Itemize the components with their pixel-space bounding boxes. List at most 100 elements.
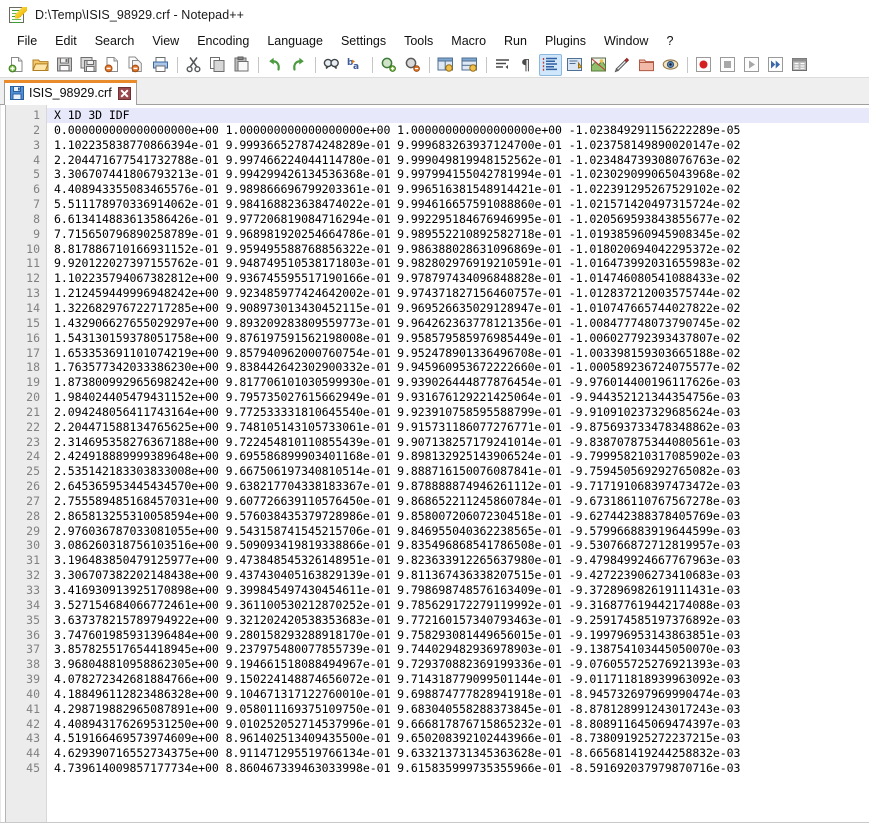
stop-recording-macro-icon[interactable] — [716, 54, 739, 76]
editor-area[interactable]: 1234567891011121314151617181920212223242… — [0, 105, 869, 822]
close-tab-icon[interactable] — [118, 87, 131, 100]
menu-item-settings[interactable]: Settings — [332, 32, 395, 51]
line-number: 31 — [6, 553, 46, 568]
menu-item-window[interactable]: Window — [595, 32, 657, 51]
code-line[interactable]: 3.968048810958862305e+00 9.1946615180884… — [54, 657, 869, 672]
menu-item-help[interactable]: ? — [657, 32, 682, 51]
copy-icon[interactable] — [206, 54, 229, 76]
document-map-icon[interactable] — [587, 54, 610, 76]
line-number: 34 — [6, 598, 46, 613]
tab-isis-98929-crf[interactable]: ISIS_98929.crf — [4, 80, 137, 105]
code-line[interactable]: 5.511178970336914062e-01 9.9841688236384… — [54, 197, 869, 212]
code-line[interactable]: 0.000000000000000000e+00 1.0000000000000… — [54, 123, 869, 138]
menu-item-tools[interactable]: Tools — [395, 32, 442, 51]
line-number: 30 — [6, 538, 46, 553]
run-macro-multiple-times-icon[interactable] — [764, 54, 787, 76]
close-file-icon[interactable] — [101, 54, 124, 76]
code-line[interactable]: 3.306707382202148438e+00 9.4374304051638… — [54, 568, 869, 583]
code-line[interactable]: 1.102235794067382812e+00 9.9367455955171… — [54, 271, 869, 286]
code-line[interactable]: 2.976036787033081055e+00 9.5431587415452… — [54, 524, 869, 539]
menu-item-view[interactable]: View — [143, 32, 188, 51]
zoom-out-icon[interactable] — [401, 54, 424, 76]
record-macro-icon[interactable] — [692, 54, 715, 76]
code-line[interactable]: 3.196483850479125977e+00 9.4738485453261… — [54, 553, 869, 568]
code-line[interactable]: 2.645365953445434570e+00 9.6382177043381… — [54, 479, 869, 494]
menu-item-encoding[interactable]: Encoding — [188, 32, 258, 51]
sync-vertical-scroll-icon[interactable] — [434, 54, 457, 76]
code-line[interactable]: 3.527154684066772461e+00 9.3611005302128… — [54, 598, 869, 613]
code-line[interactable]: 4.408943355083465576e-01 9.9898666967992… — [54, 182, 869, 197]
menu-item-run[interactable]: Run — [495, 32, 536, 51]
undo-icon[interactable] — [263, 54, 286, 76]
play-macro-icon[interactable] — [740, 54, 763, 76]
code-line[interactable]: 1.212459449996948242e+00 9.9234859774246… — [54, 286, 869, 301]
monitoring-icon[interactable] — [659, 54, 682, 76]
code-line[interactable]: 3.857825517654418945e+00 9.2379754800778… — [54, 642, 869, 657]
folder-as-workspace-icon[interactable] — [635, 54, 658, 76]
code-line[interactable]: 1.653353691101074219e+00 9.8579409620007… — [54, 346, 869, 361]
code-line[interactable]: 2.535142183303833008e+00 9.6675061973408… — [54, 464, 869, 479]
menu-item-plugins[interactable]: Plugins — [536, 32, 595, 51]
code-line[interactable]: 4.519166469573974609e+00 8.9614025134094… — [54, 731, 869, 746]
line-number: 16 — [6, 331, 46, 346]
code-line[interactable]: 2.314695358276367188e+00 9.7224548101108… — [54, 435, 869, 450]
code-line[interactable]: 2.755589485168457031e+00 9.6077266391105… — [54, 494, 869, 509]
show-all-characters-icon[interactable]: ¶ — [515, 54, 538, 76]
code-line[interactable]: 3.086260318756103516e+00 9.5090934198193… — [54, 538, 869, 553]
code-line[interactable]: 6.613414883613586426e-01 9.9772068190847… — [54, 212, 869, 227]
menu-item-file[interactable]: File — [8, 32, 46, 51]
code-line[interactable]: 1.322682976722717285e+00 9.9089730134304… — [54, 301, 869, 316]
line-number: 26 — [6, 479, 46, 494]
code-line[interactable]: 3.637378215789794922e+00 9.3212024205383… — [54, 613, 869, 628]
code-line[interactable]: 4.739614009857177734e+00 8.8604673394630… — [54, 761, 869, 776]
code-line[interactable]: 4.408943176269531250e+00 9.0102520527145… — [54, 717, 869, 732]
menu-item-search[interactable]: Search — [86, 32, 144, 51]
code-line[interactable]: 1.873800992965698242e+00 9.8177061010305… — [54, 375, 869, 390]
code-line[interactable]: 1.543130159378051758e+00 9.8761975915621… — [54, 331, 869, 346]
code-line[interactable]: 3.306707441806793213e-01 9.9942994261345… — [54, 167, 869, 182]
menu-item-edit[interactable]: Edit — [46, 32, 86, 51]
print-icon[interactable] — [149, 54, 172, 76]
code-line[interactable]: 8.817886710166931152e-01 9.9594955887688… — [54, 242, 869, 257]
replace-icon[interactable]: ba — [344, 54, 367, 76]
code-line[interactable]: X 1D 3D IDF — [47, 108, 869, 123]
save-icon[interactable] — [53, 54, 76, 76]
code-line[interactable]: 1.102235838770866394e-01 9.9993665278742… — [54, 138, 869, 153]
code-line[interactable]: 4.078272342681884766e+00 9.1502241488746… — [54, 672, 869, 687]
find-icon[interactable] — [320, 54, 343, 76]
code-line[interactable]: 3.747601985931396484e+00 9.2801582932889… — [54, 628, 869, 643]
user-defined-language-icon[interactable] — [563, 54, 586, 76]
cut-icon[interactable] — [182, 54, 205, 76]
code-content[interactable]: X 1D 3D IDF0.000000000000000000e+00 1.00… — [47, 105, 869, 822]
code-line[interactable]: 2.865813255310058594e+00 9.5760384353797… — [54, 509, 869, 524]
code-line[interactable]: 1.984024405479431152e+00 9.7957350276156… — [54, 390, 869, 405]
function-list-icon[interactable] — [611, 54, 634, 76]
line-number: 7 — [6, 197, 46, 212]
code-line[interactable]: 3.416930913925170898e+00 9.3998454974304… — [54, 583, 869, 598]
code-line[interactable]: 9.920122027397155762e-01 9.9487495105381… — [54, 256, 869, 271]
code-line[interactable]: 1.432906627655029297e+00 9.8932092838095… — [54, 316, 869, 331]
code-line[interactable]: 1.763577342033386230e+00 9.8384426423029… — [54, 360, 869, 375]
paste-icon[interactable] — [230, 54, 253, 76]
menu-item-macro[interactable]: Macro — [442, 32, 495, 51]
indent-guide-icon[interactable] — [539, 54, 562, 76]
zoom-in-icon[interactable] — [377, 54, 400, 76]
line-number: 14 — [6, 301, 46, 316]
code-line[interactable]: 7.715650796890258789e-01 9.9689819202546… — [54, 227, 869, 242]
close-all-files-icon[interactable] — [125, 54, 148, 76]
code-line[interactable]: 4.188496112823486328e+00 9.1046713171227… — [54, 687, 869, 702]
sync-horizontal-scroll-icon[interactable] — [458, 54, 481, 76]
code-line[interactable]: 2.204471677541732788e-01 9.9974662240441… — [54, 153, 869, 168]
word-wrap-icon[interactable] — [491, 54, 514, 76]
open-file-icon[interactable] — [29, 54, 52, 76]
save-macro-icon[interactable] — [788, 54, 811, 76]
menu-item-language[interactable]: Language — [258, 32, 332, 51]
code-line[interactable]: 4.629390716552734375e+00 8.9114712955197… — [54, 746, 869, 761]
new-file-icon[interactable] — [5, 54, 28, 76]
redo-icon[interactable] — [287, 54, 310, 76]
code-line[interactable]: 2.204471588134765625e+00 9.7481051431057… — [54, 420, 869, 435]
code-line[interactable]: 2.094248056411743164e+00 9.7725333318106… — [54, 405, 869, 420]
save-all-icon[interactable] — [77, 54, 100, 76]
code-line[interactable]: 2.424918889999389648e+00 9.6955868999034… — [54, 449, 869, 464]
code-line[interactable]: 4.298719882965087891e+00 9.0580111693751… — [54, 702, 869, 717]
